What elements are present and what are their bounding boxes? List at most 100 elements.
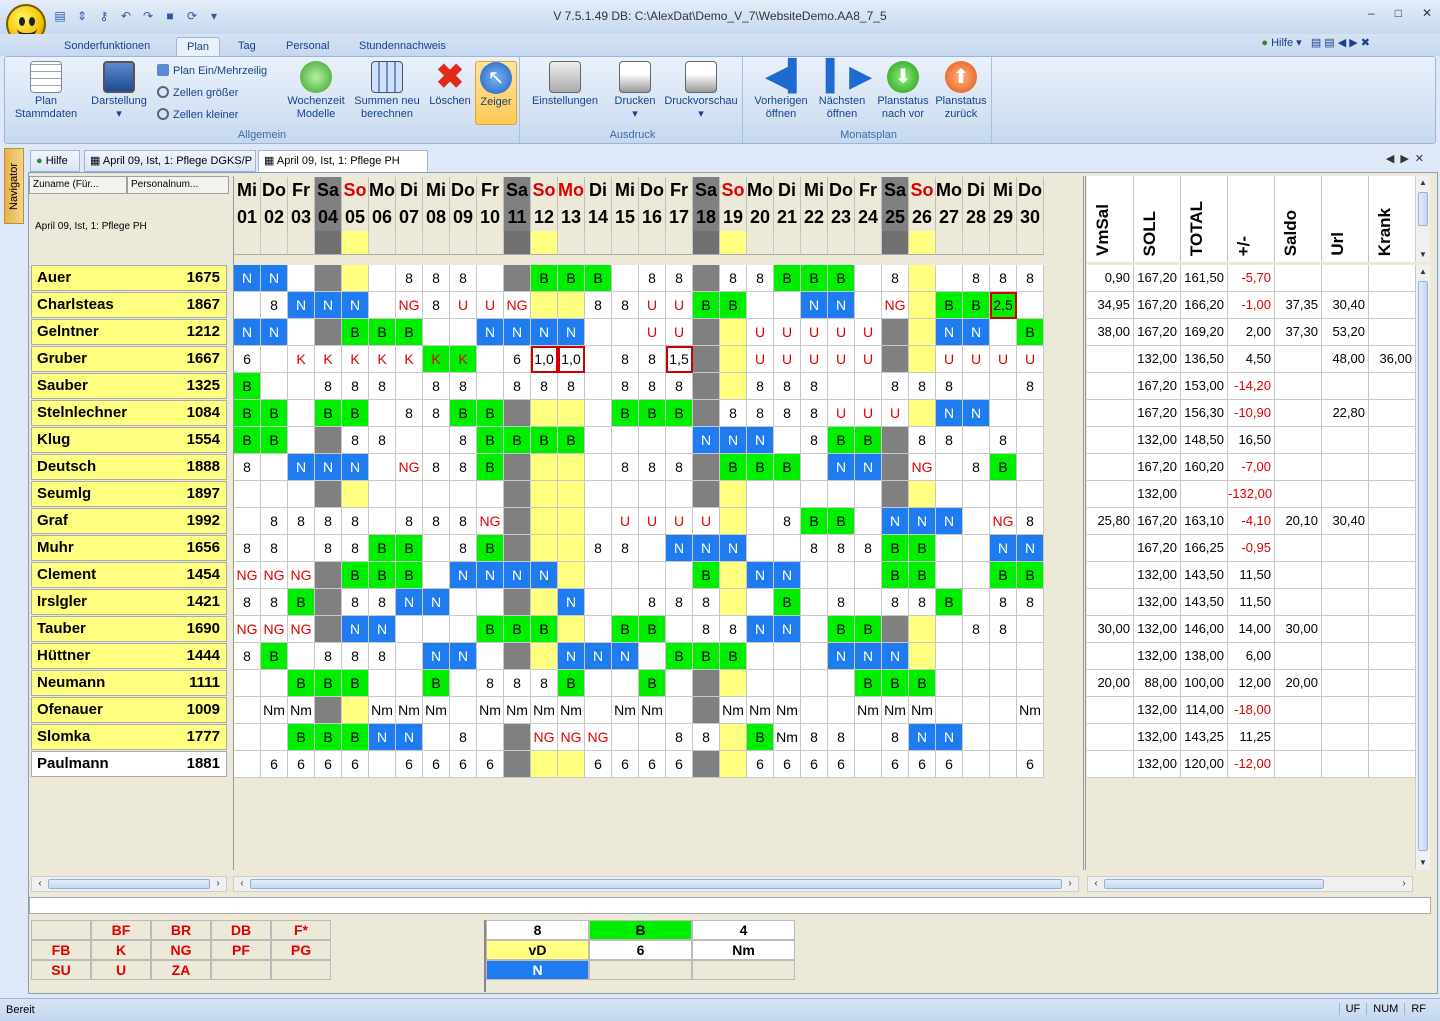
shift-cell[interactable]: U bbox=[639, 508, 666, 535]
shift-cell[interactable]: K bbox=[396, 346, 423, 373]
shift-cell[interactable]: B bbox=[639, 400, 666, 427]
shift-cell[interactable] bbox=[477, 265, 504, 292]
shift-cell[interactable] bbox=[558, 292, 585, 319]
summary-cell[interactable] bbox=[1369, 319, 1416, 346]
shift-cell[interactable]: N bbox=[369, 724, 396, 751]
shift-cell[interactable]: 8 bbox=[342, 643, 369, 670]
summary-cell[interactable] bbox=[1275, 427, 1322, 454]
day-header-weekday[interactable]: Mo bbox=[936, 177, 963, 204]
shift-cell[interactable]: B bbox=[855, 616, 882, 643]
doc-tab-navigation[interactable]: ◀▶✕ bbox=[1386, 152, 1430, 165]
shift-cell[interactable] bbox=[585, 319, 612, 346]
day-header-weekday[interactable]: Sa bbox=[504, 177, 531, 204]
shift-cell[interactable]: U bbox=[747, 346, 774, 373]
shift-cell[interactable]: U bbox=[855, 346, 882, 373]
shift-cell[interactable]: B bbox=[558, 670, 585, 697]
legend-code[interactable]: ZA bbox=[151, 960, 211, 980]
summary-cell[interactable] bbox=[1369, 454, 1416, 481]
summary-cell[interactable]: 132,00 bbox=[1134, 427, 1181, 454]
shift-cell[interactable]: B bbox=[693, 643, 720, 670]
legend-code[interactable] bbox=[211, 960, 271, 980]
day-header-weekday[interactable]: Sa bbox=[315, 177, 342, 204]
summary-cell[interactable]: 30,40 bbox=[1322, 508, 1369, 535]
shift-cell[interactable]: 6 bbox=[801, 751, 828, 778]
shift-cell[interactable]: 6 bbox=[747, 751, 774, 778]
summary-cell[interactable]: 156,30 bbox=[1181, 400, 1228, 427]
planstatus-zurueck-button[interactable]: ⬆ Planstatus zurück bbox=[932, 61, 990, 121]
shift-cell[interactable]: 8 bbox=[774, 400, 801, 427]
summary-header-vmsal[interactable]: VmSal bbox=[1087, 176, 1134, 262]
shift-cell[interactable]: U bbox=[450, 292, 477, 319]
shift-cell[interactable] bbox=[288, 265, 315, 292]
shift-cell[interactable]: 6 bbox=[342, 751, 369, 778]
legend-shift[interactable]: N bbox=[486, 960, 589, 980]
shift-cell[interactable]: B bbox=[342, 319, 369, 346]
shift-cell[interactable]: 8 bbox=[666, 724, 693, 751]
shift-cell[interactable]: B bbox=[774, 589, 801, 616]
day-header-date[interactable]: 28 bbox=[963, 204, 990, 231]
shift-cell[interactable]: 8 bbox=[315, 535, 342, 562]
shift-cell[interactable]: 6 bbox=[234, 346, 261, 373]
shift-cell[interactable]: N bbox=[855, 454, 882, 481]
legend-shift[interactable]: 4 bbox=[692, 920, 795, 940]
shift-cell[interactable]: N bbox=[909, 724, 936, 751]
summary-cell[interactable] bbox=[1087, 454, 1134, 481]
legend-code[interactable]: FB bbox=[31, 940, 91, 960]
summary-cell[interactable]: -1,00 bbox=[1228, 292, 1275, 319]
shift-cell[interactable] bbox=[720, 346, 747, 373]
shift-cell[interactable]: B bbox=[936, 589, 963, 616]
shift-cell[interactable] bbox=[396, 481, 423, 508]
shift-cell[interactable] bbox=[612, 724, 639, 751]
shift-cell[interactable]: 8 bbox=[909, 373, 936, 400]
shift-cell[interactable] bbox=[450, 589, 477, 616]
shift-cell[interactable]: 8 bbox=[423, 292, 450, 319]
shift-cell[interactable] bbox=[720, 724, 747, 751]
shift-cell[interactable]: N bbox=[342, 292, 369, 319]
shift-cell[interactable] bbox=[747, 589, 774, 616]
shift-cell[interactable]: U bbox=[666, 508, 693, 535]
shift-cell[interactable]: 8 bbox=[639, 265, 666, 292]
shift-cell[interactable] bbox=[855, 589, 882, 616]
employee-row[interactable]: Sauber 1325 bbox=[31, 373, 227, 399]
summary-cell[interactable] bbox=[1369, 643, 1416, 670]
shift-cell[interactable] bbox=[369, 481, 396, 508]
employee-row[interactable]: Seumlg 1897 bbox=[31, 481, 227, 507]
shift-cell[interactable]: 8 bbox=[234, 589, 261, 616]
shift-cell[interactable] bbox=[963, 724, 990, 751]
shift-cell[interactable]: B bbox=[612, 616, 639, 643]
day-header-weekday[interactable]: Sa bbox=[882, 177, 909, 204]
shift-cell[interactable] bbox=[234, 481, 261, 508]
shift-cell[interactable]: N bbox=[342, 454, 369, 481]
shift-cell[interactable] bbox=[558, 562, 585, 589]
shift-cell[interactable]: Nm bbox=[531, 697, 558, 724]
shift-cell[interactable] bbox=[855, 373, 882, 400]
shift-cell[interactable]: 6 bbox=[639, 751, 666, 778]
shift-cell[interactable]: NG bbox=[531, 724, 558, 751]
shift-cell[interactable] bbox=[1017, 616, 1044, 643]
legend-code[interactable] bbox=[31, 920, 91, 940]
shift-cell[interactable]: U bbox=[828, 400, 855, 427]
shift-cell[interactable]: N bbox=[477, 319, 504, 346]
shift-cell[interactable]: 8 bbox=[342, 508, 369, 535]
shift-cell[interactable]: 8 bbox=[612, 454, 639, 481]
legend-code[interactable]: U bbox=[91, 960, 151, 980]
summary-cell[interactable]: 143,50 bbox=[1181, 562, 1228, 589]
shift-cell[interactable]: N bbox=[828, 643, 855, 670]
shift-cell[interactable]: B bbox=[585, 265, 612, 292]
shift-cell[interactable]: N bbox=[747, 427, 774, 454]
day-header-weekday[interactable]: Mo bbox=[747, 177, 774, 204]
shift-cell[interactable]: B bbox=[909, 535, 936, 562]
summary-cell[interactable]: 143,50 bbox=[1181, 589, 1228, 616]
shift-cell[interactable] bbox=[585, 562, 612, 589]
shift-cell[interactable]: 8 bbox=[612, 373, 639, 400]
shift-cell[interactable] bbox=[612, 427, 639, 454]
summary-header-url[interactable]: Url bbox=[1322, 176, 1369, 262]
shift-cell[interactable]: 8 bbox=[288, 508, 315, 535]
day-header-weekday[interactable]: So bbox=[531, 177, 558, 204]
shift-cell[interactable] bbox=[558, 535, 585, 562]
maximize-button[interactable]: □ bbox=[1395, 6, 1402, 20]
shift-cell[interactable] bbox=[801, 643, 828, 670]
shift-cell[interactable]: N bbox=[396, 724, 423, 751]
shift-cell[interactable]: N bbox=[801, 292, 828, 319]
shift-cell[interactable] bbox=[423, 481, 450, 508]
